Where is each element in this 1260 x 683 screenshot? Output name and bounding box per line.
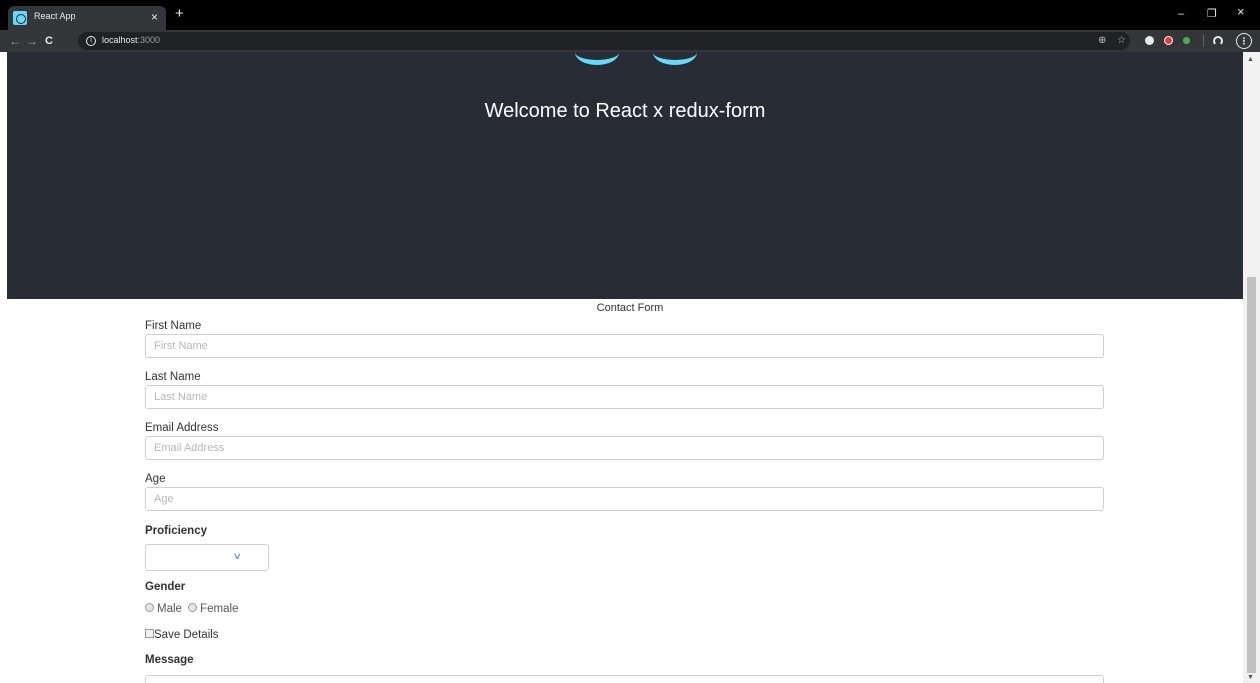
react-logo-icon	[575, 52, 619, 65]
save-details-row: Save Details	[145, 629, 219, 641]
gender-radio-group: Male Female	[145, 603, 239, 615]
last-name-input[interactable]	[145, 385, 1104, 409]
gender-male-label: Male	[157, 603, 182, 615]
react-logo-icon-part	[653, 52, 697, 65]
save-details-checkbox[interactable]	[145, 629, 154, 638]
extension-leaf-icon[interactable]	[1183, 37, 1190, 44]
react-favicon-icon	[13, 11, 27, 25]
url-port: :3000	[137, 35, 161, 45]
forward-button[interactable]: →	[26, 33, 38, 49]
browser-tab[interactable]: React App ×	[8, 6, 166, 30]
extension-headphones-icon[interactable]	[1213, 36, 1223, 46]
proficiency-label: Proficiency	[145, 525, 207, 537]
email-label: Email Address	[145, 422, 219, 434]
address-bar[interactable]: i localhost:3000 ⊕ ☆	[78, 32, 1130, 50]
save-details-label: Save Details	[154, 629, 219, 641]
back-button[interactable]: ←	[9, 33, 21, 49]
last-name-label: Last Name	[145, 371, 201, 383]
restore-button[interactable]: ❐	[1207, 7, 1217, 21]
browser-menu-icon[interactable]: ⋮	[1236, 33, 1252, 49]
age-input[interactable]	[145, 487, 1104, 511]
first-name-label: First Name	[145, 320, 202, 332]
gender-female-label: Female	[200, 603, 239, 615]
scrollbar-thumb[interactable]	[1247, 277, 1256, 673]
url-text: localhost:3000	[102, 35, 160, 45]
bookmark-star-icon[interactable]: ☆	[1117, 34, 1126, 48]
extension-shield-icon[interactable]	[1164, 36, 1173, 45]
tab-title: React App	[34, 11, 76, 21]
first-name-input[interactable]	[145, 334, 1104, 358]
new-tab-button[interactable]: +	[175, 6, 184, 22]
page-scrollbar[interactable]: ▲ ▼	[1243, 52, 1260, 683]
welcome-heading: Welcome to React x redux-form	[484, 100, 766, 122]
gender-male-radio[interactable]	[145, 603, 154, 612]
message-label: Message	[145, 654, 194, 666]
toolbar-separator	[1203, 35, 1204, 47]
url-host: localhost	[102, 35, 138, 45]
scroll-down-icon[interactable]: ▼	[1247, 674, 1254, 682]
email-input[interactable]	[145, 436, 1104, 460]
age-label: Age	[145, 473, 166, 485]
message-textarea[interactable]	[145, 675, 1104, 683]
extension-circle-icon[interactable]	[1145, 36, 1154, 45]
scroll-up-icon[interactable]: ▲	[1247, 56, 1254, 64]
chevron-down-icon: ∨	[233, 551, 243, 561]
browser-toolbar: ← → C i localhost:3000 ⊕ ☆ ⋮	[0, 30, 1260, 52]
browser-tab-bar: React App × + – ❐ ×	[0, 0, 1260, 30]
reload-button[interactable]: C	[45, 33, 53, 49]
gender-female-radio[interactable]	[188, 603, 198, 612]
zoom-icon[interactable]: ⊕	[1098, 34, 1106, 48]
form-title: Contact Form	[596, 302, 664, 314]
proficiency-select[interactable]: ∨	[145, 544, 269, 571]
app-header: Welcome to React x redux-form	[7, 52, 1243, 299]
site-info-icon[interactable]: i	[86, 36, 96, 46]
page-viewport: Welcome to React x redux-form Contact Fo…	[0, 52, 1243, 683]
window-close-button[interactable]: ×	[1237, 5, 1245, 19]
gender-label: Gender	[145, 581, 186, 593]
minimize-button[interactable]: –	[1178, 7, 1184, 21]
tab-close-icon[interactable]: ×	[151, 9, 158, 25]
